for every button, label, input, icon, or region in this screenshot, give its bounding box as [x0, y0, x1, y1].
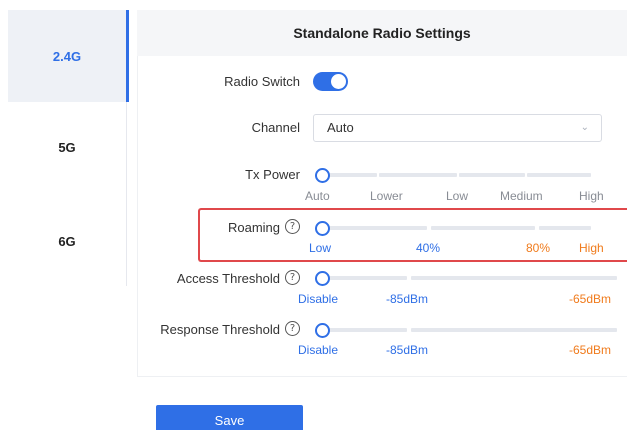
tx-power-slider-handle[interactable]: [315, 168, 330, 183]
roaming-highlight-box: [198, 208, 627, 262]
roaming-tick: High: [579, 241, 604, 255]
tx-power-tick: Medium: [500, 189, 543, 203]
roaming-track[interactable]: [321, 226, 427, 230]
access-threshold-track[interactable]: [411, 276, 617, 280]
tab-6g[interactable]: 6G: [8, 218, 126, 264]
access-threshold-label: Access Threshold: [176, 271, 280, 286]
tx-power-tick: High: [579, 189, 604, 203]
tx-power-label: Tx Power: [245, 167, 300, 182]
response-threshold-track[interactable]: [411, 328, 617, 332]
roaming-track[interactable]: [539, 226, 591, 230]
access-threshold-track[interactable]: [321, 276, 407, 280]
access-threshold-slider-handle[interactable]: [315, 271, 330, 286]
tx-power-tick: Low: [446, 189, 469, 203]
roaming-label: Roaming: [227, 220, 280, 235]
tx-power-tick: Auto: [305, 189, 330, 203]
help-icon[interactable]: ?: [285, 321, 300, 336]
radio-switch-toggle[interactable]: [313, 72, 348, 91]
help-icon[interactable]: ?: [285, 270, 300, 285]
tx-power-track[interactable]: [379, 173, 457, 177]
response-threshold-tick: Disable: [298, 343, 339, 357]
help-icon[interactable]: ?: [285, 219, 300, 234]
radio-switch-label: Radio Switch: [224, 74, 300, 89]
band-nav: 2.4G 5G 6G: [0, 0, 129, 286]
channel-select[interactable]: Auto ⌄: [313, 114, 602, 142]
roaming-tick: 40%: [416, 241, 441, 255]
access-threshold-tick: -85dBm: [386, 292, 429, 306]
radio-settings-page: 2.4G 5G 6G Standalone Radio Settings Rad…: [0, 0, 627, 430]
channel-label: Channel: [251, 120, 300, 135]
roaming-slider-handle[interactable]: [315, 221, 330, 236]
access-threshold-tick: -65dBm: [569, 292, 612, 306]
tx-power-track[interactable]: [459, 173, 525, 177]
roaming-track[interactable]: [431, 226, 535, 230]
roaming-tick: 80%: [526, 241, 551, 255]
tx-power-tick: Lower: [370, 189, 403, 203]
card-title: Standalone Radio Settings: [137, 10, 627, 56]
chevron-down-icon: ⌄: [580, 122, 589, 133]
response-threshold-tick: -85dBm: [386, 343, 429, 357]
tx-power-track[interactable]: [527, 173, 591, 177]
response-threshold-track[interactable]: [321, 328, 407, 332]
save-button[interactable]: Save: [156, 405, 303, 430]
response-threshold-slider-handle[interactable]: [315, 323, 330, 338]
channel-value: Auto: [327, 120, 354, 135]
roaming-tick: Low: [309, 241, 332, 255]
response-threshold-label: Response Threshold: [160, 322, 280, 337]
response-threshold-tick: -65dBm: [569, 343, 612, 357]
tab-5g[interactable]: 5G: [8, 124, 126, 170]
toggle-knob: [331, 74, 346, 89]
access-threshold-tick: Disable: [298, 292, 339, 306]
tab-2-4g[interactable]: 2.4G: [8, 10, 129, 102]
